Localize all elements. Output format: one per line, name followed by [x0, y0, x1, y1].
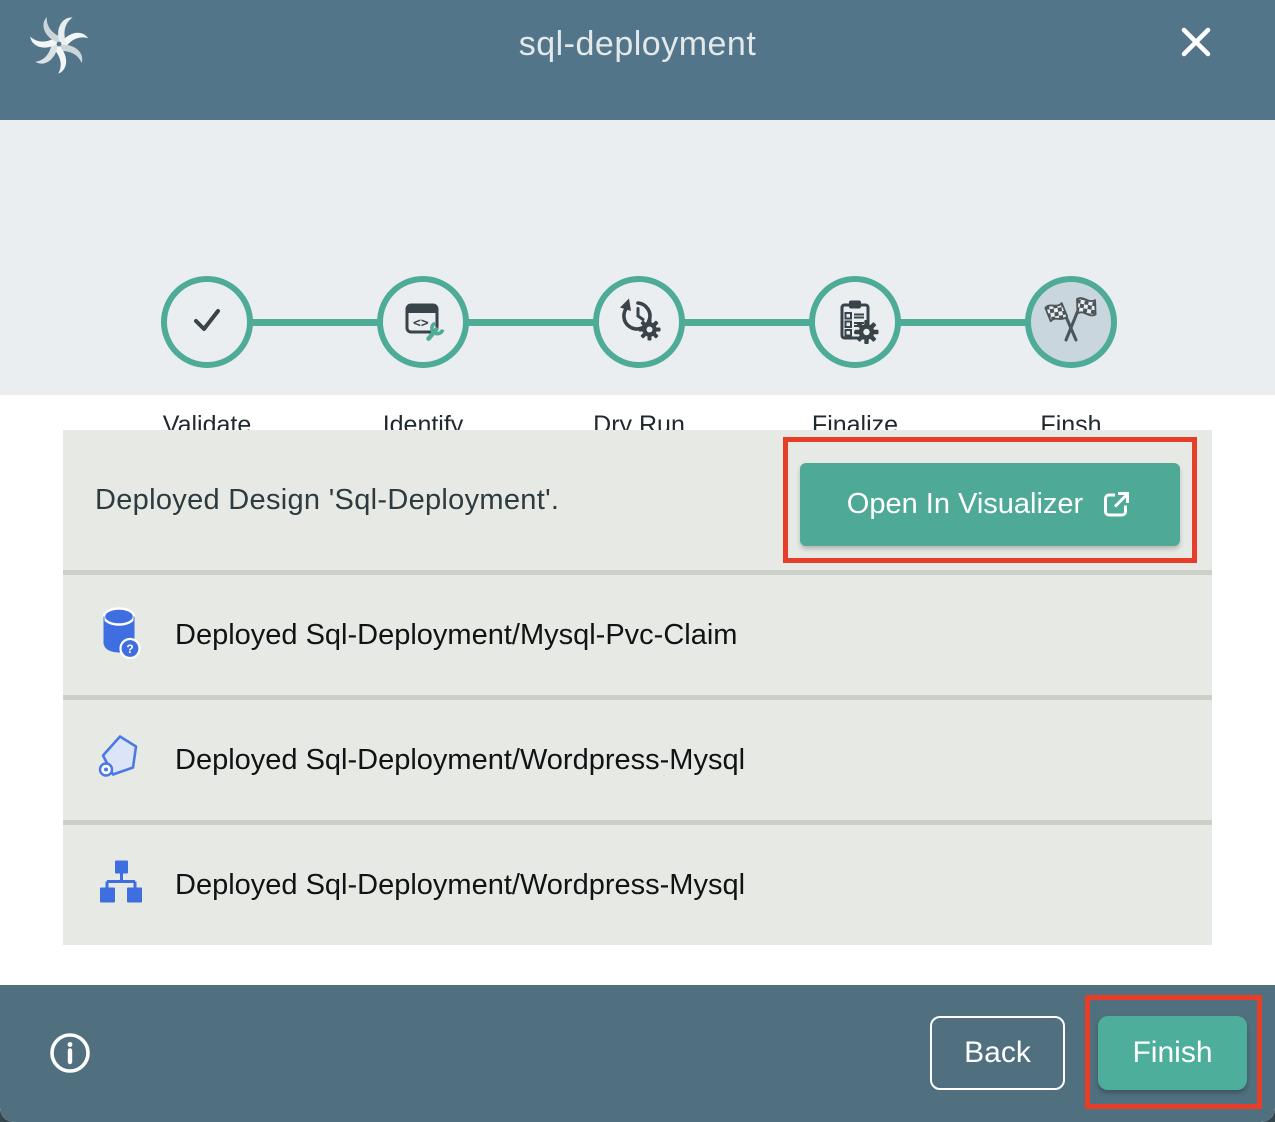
finalize-clipboard-gear-icon — [831, 296, 879, 349]
dry-run-history-icon — [615, 296, 663, 349]
deployment-modal: sql-deployment Validate Design — [0, 0, 1275, 1122]
info-icon — [46, 1065, 94, 1080]
step-circle-identify-environments: <> — [377, 276, 469, 368]
step-circle-validate-design — [161, 276, 253, 368]
deployment-item-text: Deployed Sql-Deployment/Mysql-Pvc-Claim — [175, 575, 737, 695]
deployment-item-row: Deployed Sql-Deployment/Wordpress-Mysql — [63, 825, 1212, 945]
page-title: sql-deployment — [0, 22, 1275, 66]
close-button[interactable] — [1168, 14, 1224, 70]
deployment-item-row: ? Deployed Sql-Deployment/Mysql-Pvc-Clai… — [63, 575, 1212, 695]
database-question-icon: ? — [96, 605, 144, 666]
deployment-item-row: Deployed Sql-Deployment/Wordpress-Mysql — [63, 700, 1212, 820]
info-button[interactable] — [46, 1029, 94, 1077]
step-circle-finish — [1025, 276, 1117, 368]
modal-footer — [0, 985, 1275, 1122]
svg-text:?: ? — [126, 642, 133, 656]
code-configure-icon: <> — [399, 296, 447, 349]
deployment-item-text: Deployed Sql-Deployment/Wordpress-Mysql — [175, 825, 745, 945]
external-link-icon — [1099, 488, 1133, 522]
back-button[interactable]: Back — [930, 1016, 1065, 1090]
deployed-design-message: Deployed Design 'Sql-Deployment'. — [95, 430, 559, 570]
check-icon — [184, 297, 230, 348]
application-shape-icon — [96, 732, 144, 789]
deployment-stepper: Validate Design <> Identify Environments — [0, 120, 1275, 395]
step-circle-dry-run — [593, 276, 685, 368]
deployment-item-text: Deployed Sql-Deployment/Wordpress-Mysql — [175, 700, 745, 820]
open-in-visualizer-button[interactable]: Open In Visualizer — [800, 463, 1180, 546]
modal-header: sql-deployment — [0, 0, 1275, 120]
step-circle-finalize-deployment — [809, 276, 901, 368]
finish-button[interactable]: Finish — [1098, 1016, 1247, 1090]
finish-flags-icon — [1039, 288, 1103, 357]
open-in-visualizer-label: Open In Visualizer — [847, 488, 1083, 521]
svg-text:<>: <> — [413, 316, 429, 331]
close-icon — [1172, 54, 1220, 69]
hierarchy-icon — [96, 858, 144, 913]
